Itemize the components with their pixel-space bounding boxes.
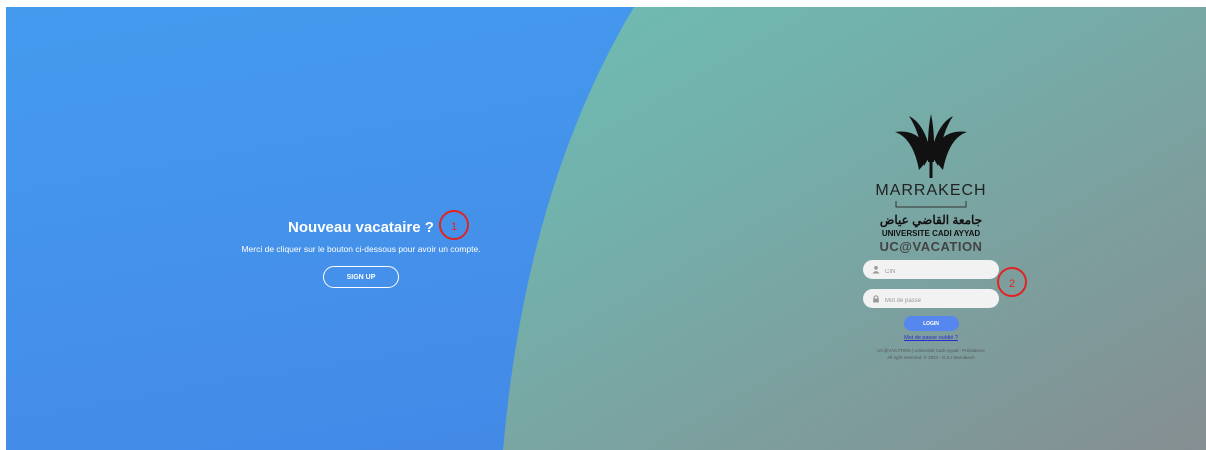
lock-icon — [873, 295, 879, 303]
signup-title: Nouveau vacataire ? — [288, 219, 434, 236]
logo-arabic-name: جامعة القاضي عياض — [879, 213, 983, 227]
logo-university-name: UNIVERSITE CADI AYYAD — [881, 229, 981, 238]
user-icon — [872, 266, 880, 274]
signup-button[interactable]: SIGN UP — [323, 266, 399, 288]
university-logo: MARRAKECH جامعة القاضي عياض UNIVERSITE C… — [846, 112, 1016, 238]
logo-divider-icon — [895, 201, 967, 208]
forgot-password-link[interactable]: Mot de passe oublié ? — [846, 335, 1016, 341]
app-name: UC@VACATION — [879, 239, 983, 254]
footer-line-1: UC@VACATION | Université Cadi Ayyad - Pr… — [877, 348, 985, 353]
annotation-marker-1: 1 — [439, 210, 469, 240]
logo-city: MARRAKECH — [875, 182, 987, 199]
signup-description: Merci de cliquer sur le bouton ci-dessou… — [241, 244, 481, 254]
cin-field[interactable] — [863, 260, 999, 282]
login-page: Nouveau vacataire ? Merci de cliquer sur… — [6, 7, 1206, 450]
password-field[interactable] — [863, 289, 999, 311]
signup-section: Nouveau vacataire ? Merci de cliquer sur… — [176, 219, 546, 288]
password-input[interactable] — [863, 291, 999, 311]
palm-logo-icon — [895, 114, 967, 178]
login-section: MARRAKECH جامعة القاضي عياض UNIVERSITE C… — [846, 112, 1016, 361]
login-button[interactable]: LOGIN — [903, 316, 959, 331]
footer: UC@VACATION | Université Cadi Ayyad - Pr… — [846, 347, 1016, 361]
cin-input[interactable] — [863, 262, 999, 282]
footer-line-2: All right reserved. © 2023 - D.S.I Marra… — [887, 355, 975, 360]
